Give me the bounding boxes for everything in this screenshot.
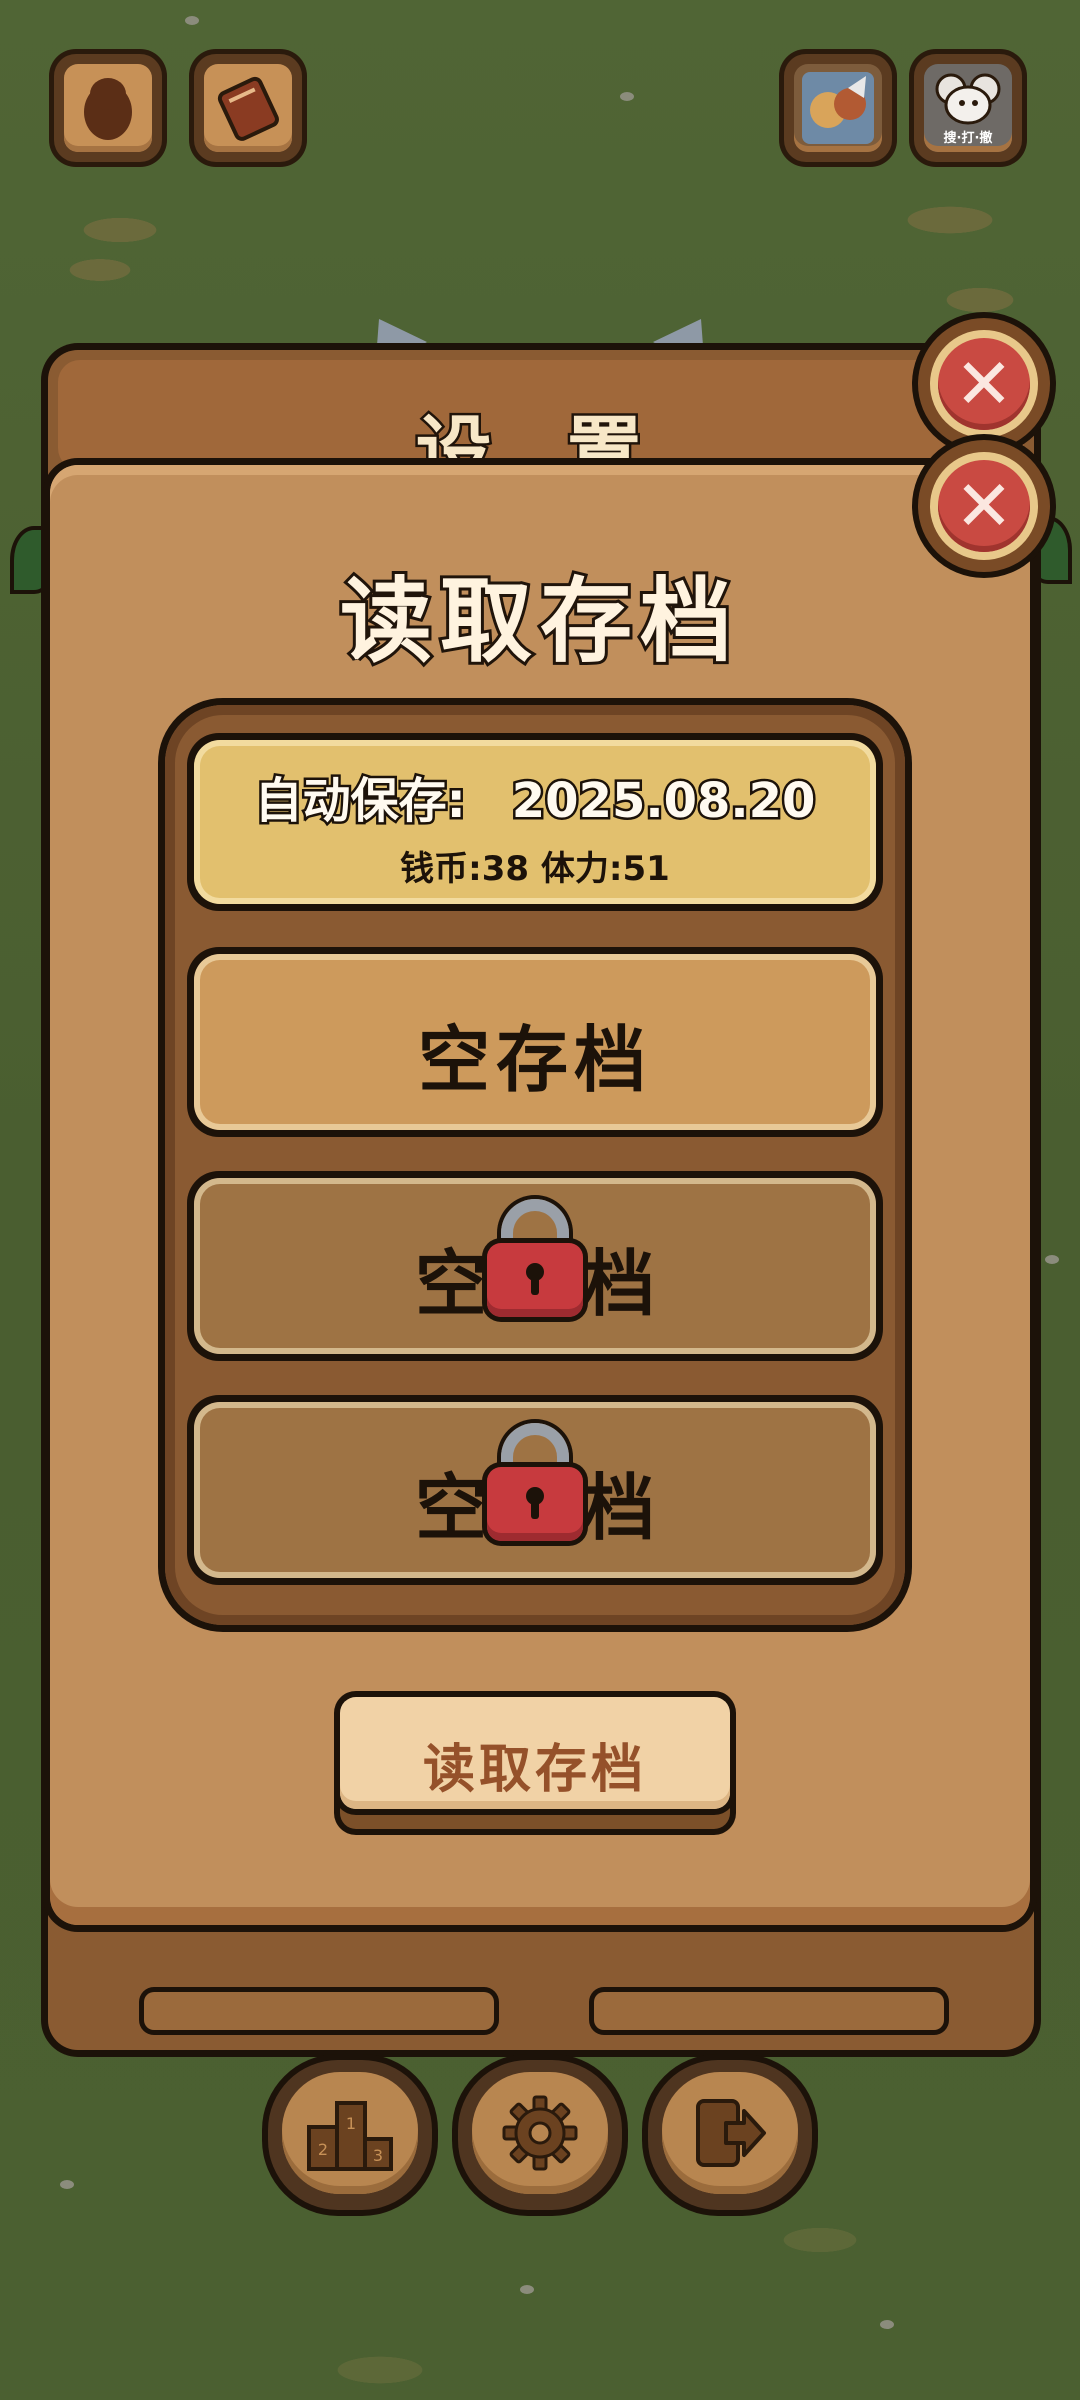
load-save-button-label: 读取存档 [422,1740,647,1800]
mouse-mode-button[interactable]: 搜·打·撤 [914,54,1022,162]
autosave-label: 自动保存: [252,771,468,832]
stone-decoration [185,16,199,25]
gear-icon [472,2072,608,2194]
lock-icon [487,1199,583,1317]
book-button[interactable] [194,54,302,162]
settings-panel-foot [594,1992,944,2030]
dialog-title: 读取存档 [337,565,740,678]
mouse-portrait-icon: 搜·打·撤 [924,64,1012,152]
lock-icon [487,1423,583,1541]
autosave-stats: 钱币:38 体力:51 [400,849,670,889]
exit-button[interactable] [648,2060,812,2210]
save-slot-locked[interactable]: 空档 [187,1171,883,1361]
settings-button[interactable] [458,2060,622,2210]
heroes-button[interactable] [784,54,892,162]
exit-icon [662,2072,798,2194]
penguin-icon [64,64,152,152]
stone-decoration [620,92,634,101]
autosave-date: 2025.08.20 [509,771,818,832]
save-slot-empty[interactable]: 空存档 [187,947,883,1137]
podium-rank-3: 3 [373,2146,383,2165]
load-save-dialog: 读取存档 自动保存:2025.08.20 钱币:38 体力:51 空存档 空档 [50,465,1030,1925]
stone-decoration [520,2285,534,2294]
leaderboard-button[interactable]: 2 1 3 [268,2060,432,2210]
mode-caption: 搜·打·撤 [943,130,993,146]
close-icon: ✕ [954,343,1014,425]
save-slot-auto[interactable]: 自动保存: 2025.08.20 钱币:38 体力:51 [187,733,883,911]
podium-rank-2: 2 [318,2140,328,2159]
dialog-close-button[interactable]: ✕ [918,440,1050,572]
stone-decoration [1045,1255,1059,1264]
heroes-portrait-icon [794,64,882,152]
locked-slot-label-right: 档 [583,1242,656,1326]
penguin-button[interactable] [54,54,162,162]
stone-decoration [60,2180,74,2189]
close-icon: ✕ [954,465,1014,547]
locked-slot-label-left: 空 [414,1466,487,1550]
locked-slot-label-left: 空 [414,1242,487,1326]
stone-decoration [880,2320,894,2329]
locked-slot-label-right: 档 [583,1466,656,1550]
save-slot-list: 自动保存: 2025.08.20 钱币:38 体力:51 空存档 空档 空档 [165,705,905,1625]
book-icon [204,64,292,152]
podium-rank-1: 1 [346,2114,356,2133]
empty-slot-label: 空存档 [417,1018,652,1102]
load-save-button[interactable]: 读取存档 [340,1697,730,1829]
podium-icon: 2 1 3 [282,2072,418,2194]
settings-close-button[interactable]: ✕ [918,318,1050,450]
settings-panel-foot [144,1992,494,2030]
save-slot-locked[interactable]: 空档 [187,1395,883,1585]
